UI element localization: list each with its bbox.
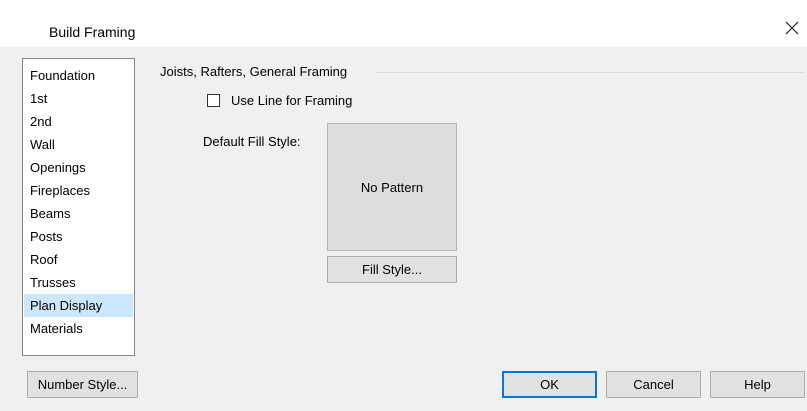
category-item-1st[interactable]: 1st [24,87,133,110]
fill-style-preview: No Pattern [327,123,457,251]
category-item-foundation[interactable]: Foundation [24,64,133,87]
number-style-button[interactable]: Number Style... [27,371,138,398]
use-line-checkbox[interactable] [207,94,220,107]
category-item-beams[interactable]: Beams [24,202,133,225]
fill-style-button[interactable]: Fill Style... [327,256,457,283]
group-title: Joists, Rafters, General Framing [160,64,348,80]
ok-button[interactable]: OK [502,371,597,398]
category-item-trusses[interactable]: Trusses [24,271,133,294]
use-line-label[interactable]: Use Line for Framing [231,93,352,109]
close-button[interactable] [777,14,807,42]
category-item-roof[interactable]: Roof [24,248,133,271]
category-item-openings[interactable]: Openings [24,156,133,179]
window-title: Build Framing [49,24,136,40]
category-list[interactable]: Foundation 1st 2nd Wall Openings Firepla… [22,58,135,356]
close-icon [785,21,799,35]
group-divider [376,72,805,73]
category-item-fireplaces[interactable]: Fireplaces [24,179,133,202]
category-item-plan-display[interactable]: Plan Display [24,294,133,317]
category-item-materials[interactable]: Materials [24,317,133,340]
category-item-2nd[interactable]: 2nd [24,110,133,133]
category-item-wall[interactable]: Wall [24,133,133,156]
help-button[interactable]: Help [710,371,805,398]
cancel-button[interactable]: Cancel [606,371,701,398]
category-item-posts[interactable]: Posts [24,225,133,248]
fill-style-label: Default Fill Style: [203,134,301,149]
fill-preview-text: No Pattern [360,179,424,195]
title-bar: Build Framing [0,0,807,47]
